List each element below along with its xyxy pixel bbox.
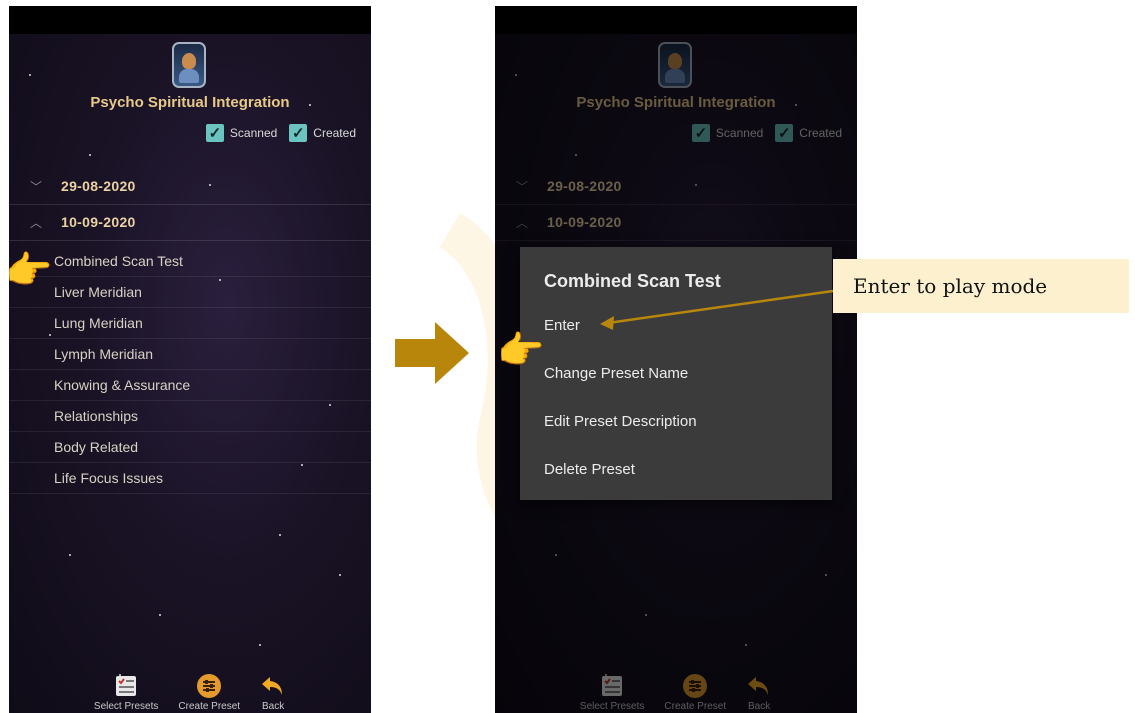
chevron-down-icon: ﹀: [29, 179, 42, 194]
menu-item-edit-preset-description[interactable]: Edit Preset Description: [544, 413, 697, 430]
created-checkbox[interactable]: ✓: [289, 124, 308, 142]
date-group-row[interactable]: ︿ 10-09-2020: [9, 204, 371, 241]
date-group-row[interactable]: ﹀ 29-08-2020: [9, 168, 371, 205]
date-label: 10-09-2020: [61, 214, 136, 230]
app-logo: [172, 42, 206, 88]
preset-item[interactable]: Combined Scan Test: [9, 246, 371, 277]
preset-item[interactable]: Liver Meridian: [9, 277, 371, 308]
callout-box: Enter to play mode: [833, 259, 1129, 313]
context-menu-dialog: Combined Scan Test Enter Change Preset N…: [520, 247, 832, 500]
preset-item[interactable]: Body Related: [9, 432, 371, 463]
back-button[interactable]: Back: [260, 665, 286, 713]
scanned-checkbox[interactable]: ✓: [205, 124, 224, 142]
phone-screen-left: Psycho Spiritual Integration ✓ Scanned ✓…: [9, 6, 371, 713]
status-bar: [9, 6, 371, 34]
date-label: 29-08-2020: [61, 178, 136, 194]
phone-screen-right: Psycho Spiritual Integration ✓ Scanned ✓…: [495, 6, 857, 713]
preset-item[interactable]: Lymph Meridian: [9, 339, 371, 370]
pointing-hand-icon: 👉: [497, 330, 545, 372]
callout-text: Enter to play mode: [853, 274, 1048, 298]
filter-checkboxes: ✓ Scanned ✓ Created: [205, 124, 362, 142]
created-label: Created: [313, 126, 356, 140]
select-presets-button[interactable]: Select Presets: [94, 665, 158, 713]
dialog-title: Combined Scan Test: [544, 271, 721, 291]
page-title: Psycho Spiritual Integration: [90, 94, 290, 111]
back-arrow-icon: [260, 673, 286, 699]
transition-arrow-icon: [395, 322, 469, 384]
select-presets-label: Select Presets: [93, 701, 159, 712]
preset-item[interactable]: Knowing & Assurance: [9, 370, 371, 401]
sliders-icon: [196, 673, 222, 699]
menu-item-enter[interactable]: Enter: [544, 317, 580, 334]
chevron-up-icon: ︿: [29, 215, 42, 230]
preset-item[interactable]: Lung Meridian: [9, 308, 371, 339]
preset-item[interactable]: Relationships: [9, 401, 371, 432]
checklist-icon: [113, 673, 139, 699]
pointing-hand-icon: 👉: [9, 250, 53, 292]
create-preset-button[interactable]: Create Preset: [178, 665, 240, 713]
preset-item[interactable]: Life Focus Issues: [9, 463, 371, 494]
create-preset-label: Create Preset: [178, 701, 241, 712]
bottom-nav: Select Presets Create Preset Back: [9, 665, 371, 713]
preset-list: Combined Scan Test Liver Meridian Lung M…: [9, 246, 371, 494]
menu-item-delete-preset[interactable]: Delete Preset: [544, 461, 635, 478]
menu-item-change-preset-name[interactable]: Change Preset Name: [544, 365, 688, 382]
back-label: Back: [261, 701, 285, 712]
scanned-label: Scanned: [229, 126, 278, 140]
